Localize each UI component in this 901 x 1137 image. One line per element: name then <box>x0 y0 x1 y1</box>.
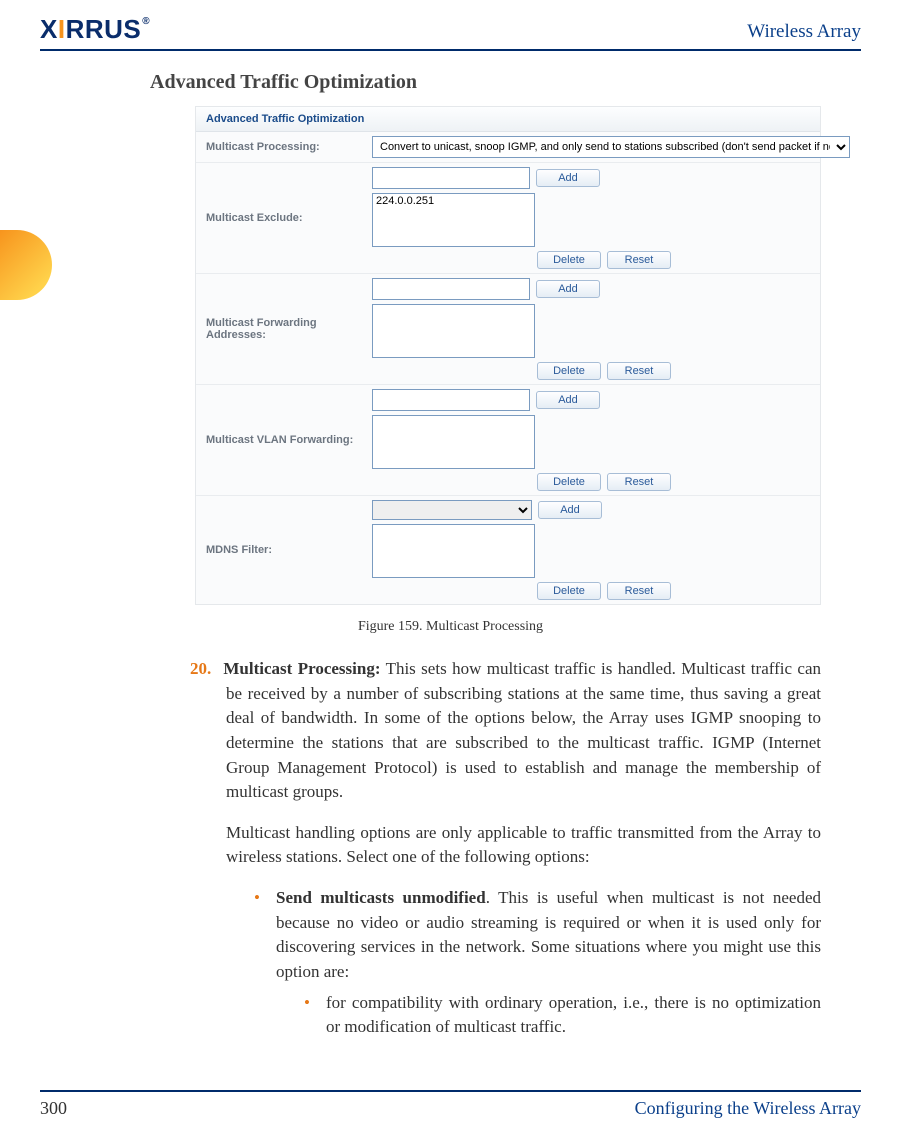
bullet-icon: • <box>304 991 326 1040</box>
multicast-forwarding-delete-button[interactable]: Delete <box>537 362 601 380</box>
bullet-icon: • <box>254 886 276 1040</box>
row-multicast-vlan: Multicast VLAN Forwarding: Add Delete Re… <box>196 385 820 496</box>
multicast-vlan-add-button[interactable]: Add <box>536 391 600 409</box>
side-tab-decor <box>0 230 52 300</box>
page-footer: 300 Configuring the Wireless Array <box>40 1090 861 1119</box>
section-heading: Advanced Traffic Optimization <box>150 71 861 94</box>
footer-page-number: 300 <box>40 1098 67 1119</box>
multicast-vlan-input[interactable] <box>372 389 530 411</box>
multicast-vlan-delete-button[interactable]: Delete <box>537 473 601 491</box>
sub-bullet-item: • for compatibility with ordinary operat… <box>304 991 821 1040</box>
mdns-filter-reset-button[interactable]: Reset <box>607 582 671 600</box>
mdns-filter-add-button[interactable]: Add <box>538 501 602 519</box>
label-multicast-forwarding: Multicast Forwarding Addresses: <box>196 313 366 345</box>
multicast-exclude-reset-button[interactable]: Reset <box>607 251 671 269</box>
bullet1-term: Send multicasts unmodified <box>276 888 486 907</box>
mdns-filter-list[interactable] <box>372 524 535 578</box>
config-panel-title: Advanced Traffic Optimization <box>196 107 820 132</box>
row-mdns-filter: MDNS Filter: Add Delete Reset <box>196 496 820 604</box>
row-multicast-processing: Multicast Processing: Convert to unicast… <box>196 132 820 163</box>
page-header: X I RRUS ® Wireless Array <box>40 15 861 51</box>
multicast-forwarding-input[interactable] <box>372 278 530 300</box>
label-multicast-processing: Multicast Processing: <box>196 137 366 157</box>
multicast-exclude-input[interactable] <box>372 167 530 189</box>
multicast-vlan-reset-button[interactable]: Reset <box>607 473 671 491</box>
multicast-forwarding-list[interactable] <box>372 304 535 358</box>
logo-part-i: I <box>58 14 66 45</box>
multicast-exclude-delete-button[interactable]: Delete <box>537 251 601 269</box>
multicast-exclude-list[interactable] <box>372 193 535 247</box>
brand-logo: X I RRUS ® <box>40 15 149 43</box>
row-multicast-forwarding: Multicast Forwarding Addresses: Add Dele… <box>196 274 820 385</box>
figure-caption: Figure 159. Multicast Processing <box>40 619 861 635</box>
row-multicast-exclude: Multicast Exclude: Add Delete Reset <box>196 163 820 274</box>
list-number: 20. <box>190 657 218 682</box>
multicast-forwarding-add-button[interactable]: Add <box>536 280 600 298</box>
sub-bullet-text: for compatibility with ordinary operatio… <box>326 991 821 1040</box>
mdns-filter-delete-button[interactable]: Delete <box>537 582 601 600</box>
mdns-filter-select[interactable] <box>372 500 532 520</box>
multicast-forwarding-reset-button[interactable]: Reset <box>607 362 671 380</box>
multicast-processing-select[interactable]: Convert to unicast, snoop IGMP, and only… <box>372 136 850 158</box>
logo-registered-mark: ® <box>142 16 150 27</box>
multicast-vlan-list[interactable] <box>372 415 535 469</box>
multicast-exclude-add-button[interactable]: Add <box>536 169 600 187</box>
logo-part-x: X <box>40 14 58 45</box>
bullet-item: • Send multicasts unmodified. This is us… <box>254 886 821 1040</box>
footer-section-title: Configuring the Wireless Array <box>635 1098 861 1119</box>
label-multicast-exclude: Multicast Exclude: <box>196 208 366 228</box>
logo-part-rest: RRUS <box>66 14 142 45</box>
header-doc-title: Wireless Array <box>747 21 861 43</box>
body-text: 20. Multicast Processing: This sets how … <box>190 657 821 1040</box>
label-multicast-vlan: Multicast VLAN Forwarding: <box>196 430 366 450</box>
label-mdns-filter: MDNS Filter: <box>196 540 366 560</box>
para-options-intro: Multicast handling options are only appl… <box>190 821 821 870</box>
lead-term: Multicast Processing: <box>223 659 380 678</box>
lead-descr: This sets how multicast traffic is handl… <box>226 659 821 801</box>
config-panel: Advanced Traffic Optimization Multicast … <box>195 106 821 605</box>
